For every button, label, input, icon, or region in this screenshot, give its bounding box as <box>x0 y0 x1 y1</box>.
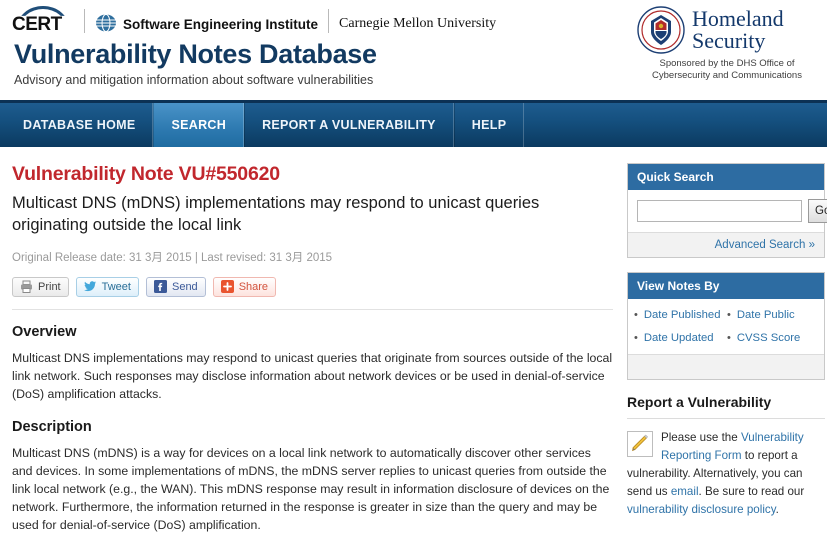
vulnerability-disclosure-policy-link[interactable]: vulnerability disclosure policy <box>627 503 776 516</box>
nav-item-search[interactable]: SEARCH <box>153 103 245 147</box>
email-link[interactable]: email <box>671 485 699 498</box>
quick-search-panel: Quick Search Go Advanced Search » <box>627 163 827 258</box>
facebook-send-button[interactable]: Send <box>145 276 206 297</box>
main-navigation: DATABASE HOME SEARCH REPORT A VULNERABIL… <box>0 100 827 147</box>
cmu-name-label: Carnegie Mellon University <box>339 16 497 31</box>
send-button-label: Send <box>171 280 198 293</box>
sei-globe-icon <box>96 14 116 32</box>
report-text-3: . Be sure to read our <box>698 484 805 498</box>
print-button-label: Print <box>38 280 61 293</box>
share-button-label: Share <box>238 280 269 293</box>
vulnerability-note-id: Vulnerability Note VU#550620 <box>12 163 280 185</box>
nav-item-database-home[interactable]: DATABASE HOME <box>6 103 154 147</box>
dhs-word-security: Security <box>692 28 766 53</box>
sei-name-label: Software Engineering Institute <box>123 17 319 32</box>
report-text-1: Please use the <box>661 431 741 444</box>
social-share-bar: Print Tweet Send Share <box>12 276 613 297</box>
vulnerability-note-title: Multicast DNS (mDNS) implementations may… <box>12 194 540 234</box>
printer-icon <box>21 280 32 294</box>
view-notes-date-public-link[interactable]: Date Public <box>737 309 795 321</box>
dhs-sponsor-text: Sponsored by the DHS Office of Cybersecu… <box>637 58 817 82</box>
share-button[interactable]: Share <box>212 276 277 297</box>
bullet-icon: • <box>634 309 638 321</box>
tweet-button[interactable]: Tweet <box>75 276 139 297</box>
twitter-bird-icon <box>83 281 96 292</box>
overview-text: Multicast DNS implementations may respon… <box>12 350 613 401</box>
tweet-button-label: Tweet <box>101 280 131 293</box>
list-item[interactable]: • CVSS Score <box>727 332 818 344</box>
view-notes-by-footer <box>628 354 824 379</box>
bullet-icon: • <box>727 332 731 344</box>
nav-item-report-a-vulnerability[interactable]: REPORT A VULNERABILITY <box>244 103 454 147</box>
view-notes-by-panel: View Notes By • Date Published • Date Pu… <box>627 272 825 380</box>
view-notes-date-published-link[interactable]: Date Published <box>644 309 721 321</box>
view-notes-by-heading: View Notes By <box>628 273 824 299</box>
pencil-icon <box>627 431 653 457</box>
bullet-icon: • <box>634 332 638 344</box>
brand-divider-2 <box>328 9 330 33</box>
search-input[interactable] <box>637 200 802 222</box>
nav-item-help[interactable]: HELP <box>453 103 525 147</box>
dhs-sponsor-line-2: Cybersecurity and Communications <box>652 69 802 81</box>
release-dates: Original Release date: 31 3月 2015 | Last… <box>12 251 333 264</box>
dhs-branding: Homeland Security Sponsored by the DHS O… <box>637 6 817 82</box>
advanced-search-link[interactable]: Advanced Search » <box>715 239 815 251</box>
print-button[interactable]: Print <box>12 276 69 297</box>
facebook-icon <box>153 280 167 294</box>
cert-logo[interactable]: CERT <box>12 6 74 35</box>
view-notes-date-updated-link[interactable]: Date Updated <box>644 332 714 344</box>
overview-heading: Overview <box>12 323 77 340</box>
content-divider <box>12 308 613 310</box>
report-divider <box>627 418 825 419</box>
page-body: Vulnerability Note VU#550620 Multicast D… <box>0 147 827 549</box>
quick-search-heading: Quick Search <box>628 164 824 190</box>
list-item[interactable]: • Date Published <box>634 309 725 321</box>
view-notes-cvss-score-link[interactable]: CVSS Score <box>737 332 800 344</box>
report-text-4: . <box>775 502 779 516</box>
dhs-seal-icon <box>637 6 685 54</box>
site-header: CERT Software Engineering Institute Carn… <box>0 0 827 100</box>
search-go-button[interactable]: Go <box>808 199 827 223</box>
report-vulnerability-heading: Report a Vulnerability <box>627 394 772 410</box>
share-plus-icon <box>220 280 234 294</box>
cert-logo-text: CERT <box>12 14 62 35</box>
description-heading: Description <box>12 418 92 435</box>
main-content: Vulnerability Note VU#550620 Multicast D… <box>12 147 627 549</box>
dhs-sponsor-line-1: Sponsored by the DHS Office of <box>659 58 795 69</box>
report-vulnerability-section: Report a Vulnerability Please use the Vu… <box>627 394 825 519</box>
list-item[interactable]: • Date Public <box>727 309 818 321</box>
dhs-word-homeland: Homeland <box>692 6 784 31</box>
report-vulnerability-text: Please use the Vulnerability Reporting F… <box>627 429 825 519</box>
brand-divider-1 <box>84 9 85 33</box>
description-text: Multicast DNS (mDNS) is a way for device… <box>12 445 610 532</box>
list-item[interactable]: • Date Updated <box>634 332 725 344</box>
bullet-icon: • <box>727 309 731 321</box>
sidebar: Quick Search Go Advanced Search » View N… <box>627 147 827 549</box>
